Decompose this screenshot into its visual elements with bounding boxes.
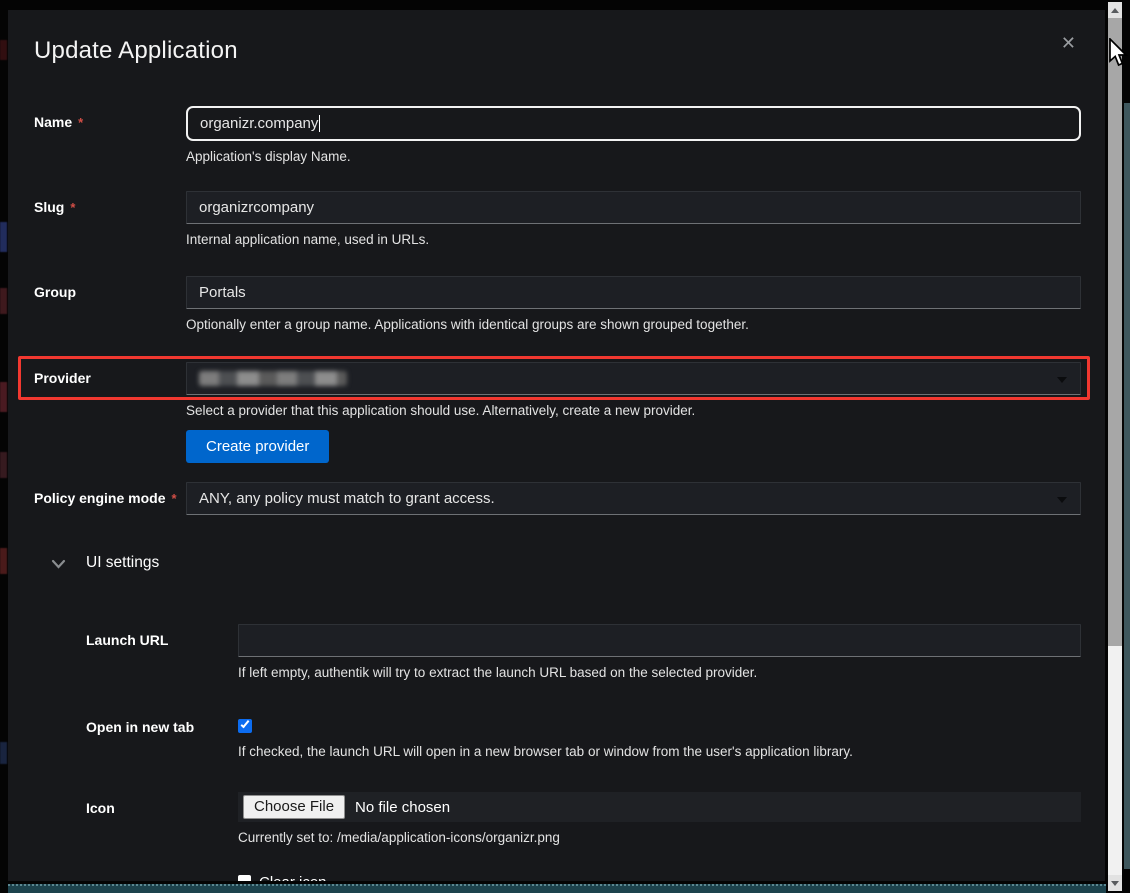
background-page-edge-bottom (8, 884, 1106, 893)
slug-input[interactable] (186, 191, 1081, 224)
chevron-down-icon (51, 559, 66, 569)
provider-value-redacted (199, 371, 347, 386)
ui-settings-title: UI settings (86, 554, 159, 572)
background-page-edge (1124, 103, 1130, 869)
open-in-new-tab-checkbox[interactable] (238, 719, 252, 733)
name-help: Application's display Name. (186, 148, 1081, 165)
text-cursor (319, 115, 320, 132)
slug-label: Slug (34, 199, 64, 215)
clear-icon-label: Clear icon (259, 873, 327, 881)
application-form: Name * organizr.company Application's dis… (34, 106, 1081, 881)
scrollbar-down-button[interactable] (1108, 875, 1122, 891)
form-row-slug: Slug * Internal application name, used in… (34, 191, 1081, 248)
form-row-group: Group Optionally enter a group name. App… (34, 276, 1081, 333)
scrollbar-thumb[interactable] (1108, 18, 1122, 646)
modal-title: Update Application (34, 37, 1081, 65)
provider-select[interactable] (186, 362, 1081, 395)
open-in-new-tab-help: If checked, the launch URL will open in … (238, 743, 1081, 760)
icon-help: Currently set to: /media/application-ico… (238, 829, 1081, 846)
background-page-fragment (0, 548, 7, 574)
form-row-launch-url: Launch URL If left empty, authentik will… (86, 624, 1081, 681)
form-row-icon: Icon Choose File No file chosen Currentl… (86, 792, 1081, 846)
scroll-up-icon (1111, 8, 1119, 13)
policy-engine-mode-value: ANY, any policy must match to grant acce… (199, 490, 495, 507)
icon-label: Icon (86, 800, 115, 816)
name-input-value: organizr.company (200, 115, 318, 132)
background-page-fragment (0, 288, 7, 314)
check-icon (241, 719, 250, 728)
icon-file-input[interactable]: Choose File No file chosen (238, 792, 1081, 822)
required-asterisk: * (70, 200, 75, 215)
create-provider-button[interactable]: Create provider (186, 430, 329, 463)
scrollbar-up-button[interactable] (1108, 2, 1122, 18)
choose-file-button[interactable]: Choose File (243, 795, 345, 819)
background-page-fragment (0, 222, 7, 252)
close-icon[interactable]: ✕ (1059, 32, 1078, 54)
background-page-fragment (0, 40, 7, 60)
scrollbar[interactable] (1108, 2, 1122, 891)
provider-label: Provider (34, 370, 91, 386)
slug-help: Internal application name, used in URLs. (186, 231, 1081, 248)
form-row-clear-icon: Clear icon (86, 873, 1081, 881)
group-input[interactable] (186, 276, 1081, 309)
background-page-fragment (0, 742, 7, 764)
update-application-modal: Update Application ✕ Name * organizr.comp… (8, 10, 1105, 881)
name-label: Name (34, 114, 72, 130)
required-asterisk: * (171, 491, 176, 506)
file-status-text: No file chosen (355, 799, 450, 816)
policy-engine-mode-select[interactable]: ANY, any policy must match to grant acce… (186, 482, 1081, 515)
required-asterisk: * (78, 115, 83, 130)
name-input[interactable]: organizr.company (186, 106, 1081, 141)
background-page-fragment (0, 382, 7, 412)
open-in-new-tab-label: Open in new tab (86, 719, 194, 735)
dropdown-caret-icon (1057, 497, 1067, 503)
launch-url-input[interactable] (238, 624, 1081, 657)
dropdown-caret-icon (1057, 377, 1067, 383)
form-row-open-in-new-tab: Open in new tab If checked, the launch U… (86, 711, 1081, 760)
launch-url-help: If left empty, authentik will try to ext… (238, 664, 1081, 681)
launch-url-label: Launch URL (86, 632, 168, 648)
group-help: Optionally enter a group name. Applicati… (186, 316, 1081, 333)
form-row-policy-engine-mode: Policy engine mode * ANY, any policy must… (34, 482, 1081, 515)
provider-help: Select a provider that this application … (186, 402, 1081, 419)
policy-engine-mode-label: Policy engine mode (34, 490, 165, 506)
form-row-provider: Provider Select a provider that this app… (34, 362, 1081, 463)
form-row-name: Name * organizr.company Application's dis… (34, 106, 1081, 165)
background-page-fragment (0, 452, 7, 478)
scroll-down-icon (1111, 881, 1119, 886)
ui-settings-section-toggle[interactable]: UI settings (51, 554, 1081, 572)
clear-icon-checkbox[interactable] (238, 875, 251, 881)
group-label: Group (34, 284, 76, 300)
